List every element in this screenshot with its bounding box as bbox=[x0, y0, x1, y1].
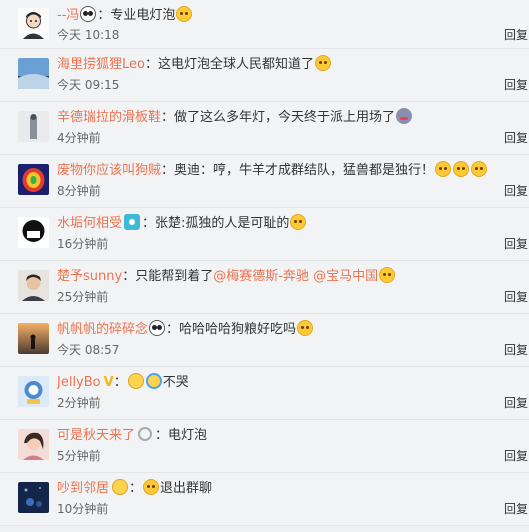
comment-text: 这电灯泡全球人民都知道了 bbox=[157, 57, 314, 72]
doge-emoji-icon bbox=[176, 6, 193, 22]
reply-button[interactable]: 回复 bbox=[504, 26, 528, 43]
comment-item: 海里捞狐狸Leo：这电灯泡全球人民都知道了 今天 09:15 回复 bbox=[0, 49, 529, 102]
comment-item: 吵到邻居：退出群聊 10分钟前 回复 bbox=[0, 473, 529, 526]
timestamp: 25分钟前 bbox=[57, 290, 109, 304]
timestamp: 今天 10:18 bbox=[57, 28, 120, 42]
comment-text: 张楚:孤独的人是可耻的 bbox=[155, 216, 290, 231]
avatar[interactable] bbox=[18, 482, 49, 513]
avatar[interactable] bbox=[18, 8, 49, 39]
grin-emoji-icon bbox=[112, 479, 129, 495]
comment-line: --冯 ：专业电灯泡 bbox=[57, 4, 489, 28]
comment-line: 吵到邻居：退出群聊 bbox=[57, 479, 213, 496]
timestamp: 2分钟前 bbox=[57, 396, 101, 410]
avatar[interactable] bbox=[18, 429, 49, 460]
username[interactable]: 楚予sunny bbox=[57, 269, 122, 284]
comment-text: 做了这么多年灯，今天终于派上用场了 bbox=[174, 110, 396, 125]
comment-text: 退出群聊 bbox=[160, 481, 213, 496]
doge-emoji-icon bbox=[435, 161, 452, 177]
comment-item: --冯 ：专业电灯泡 今天 10:18 回复 bbox=[0, 0, 529, 49]
timestamp: 5分钟前 bbox=[57, 449, 101, 463]
comment-line: 楚予sunny：只能帮到着了@梅赛德斯-奔驰 @宝马中国 bbox=[57, 265, 489, 289]
avatar[interactable]: .. bbox=[18, 217, 49, 248]
comment-item: 废物你应该叫狗贼：奥迪：哼，牛羊才成群结队，猛兽都是独行！ 8分钟前 回复 bbox=[0, 155, 529, 208]
reply-button[interactable]: 回复 bbox=[504, 235, 528, 252]
doge-emoji-icon bbox=[297, 320, 314, 336]
timestamp: 今天 09:15 bbox=[57, 78, 120, 92]
avatar[interactable] bbox=[18, 323, 49, 354]
username[interactable]: 可是秋天来了 bbox=[57, 428, 135, 443]
username[interactable]: 帆帆帆的碎碎念 bbox=[57, 322, 148, 337]
comment-line: 帆帆帆的碎碎念 ：哈哈哈哈狗粮好吃吗 bbox=[57, 318, 489, 342]
reply-button[interactable]: 回复 bbox=[504, 447, 528, 464]
comment-line: 废物你应该叫狗贼：奥迪：哼，牛羊才成群结队，猛兽都是独行！ bbox=[57, 159, 489, 183]
mention-link[interactable]: @宝马中国 bbox=[313, 269, 378, 284]
timestamp: 8分钟前 bbox=[57, 184, 101, 198]
username[interactable]: 海里捞狐狸Leo bbox=[57, 57, 145, 72]
reply-button[interactable]: 回复 bbox=[504, 500, 528, 517]
comment-line: 海里捞狐狸Leo：这电灯泡全球人民都知道了 bbox=[57, 53, 489, 77]
timestamp: 10分钟前 bbox=[57, 502, 109, 516]
timestamp: 今天 08:57 bbox=[57, 343, 120, 357]
username[interactable]: 水垢何相受 bbox=[57, 216, 122, 231]
username[interactable]: JellyBo bbox=[57, 375, 101, 390]
doge-emoji-icon bbox=[453, 161, 470, 177]
comment-text: 电灯泡 bbox=[168, 428, 208, 443]
username[interactable]: 吵到邻居 bbox=[57, 481, 109, 496]
comment-item: 可是秋天来了 ：电灯泡 5分钟前 回复 bbox=[0, 420, 529, 473]
vip-badge-icon: V bbox=[103, 375, 114, 390]
timestamp: 16分钟前 bbox=[57, 237, 109, 251]
username[interactable]: 辛德瑞拉的滑板鞋 bbox=[57, 110, 161, 125]
mention-link[interactable]: @梅赛德斯-奔驰 bbox=[213, 269, 309, 284]
camera-badge-icon bbox=[124, 214, 141, 230]
timestamp: 4分钟前 bbox=[57, 131, 101, 145]
comment-list: --冯 ：专业电灯泡 今天 10:18 回复 海里捞狐狸Leo：这电灯泡全球人民都… bbox=[0, 0, 529, 526]
avatar[interactable] bbox=[18, 376, 49, 407]
avatar[interactable] bbox=[18, 270, 49, 301]
comment-text: 专业电灯泡 bbox=[110, 8, 176, 23]
comment-line: 可是秋天来了 ：电灯泡 bbox=[57, 427, 208, 443]
comment-item: 辛德瑞拉的滑板鞋：做了这么多年灯，今天终于派上用场了 4分钟前 回复 bbox=[0, 102, 529, 155]
reply-button[interactable]: 回复 bbox=[504, 129, 528, 146]
comment-item: .. 水垢何相受 ：张楚:孤独的人是可耻的 16分钟前 回复 bbox=[0, 208, 529, 261]
username[interactable]: 废物你应该叫狗贼 bbox=[57, 163, 161, 178]
reply-button[interactable]: 回复 bbox=[504, 341, 528, 358]
comment-line: 辛德瑞拉的滑板鞋：做了这么多年灯，今天终于派上用场了 bbox=[57, 106, 489, 130]
panda-emoji-icon bbox=[80, 6, 97, 22]
doge-emoji-icon bbox=[471, 161, 488, 177]
comment-item: 楚予sunny：只能帮到着了@梅赛德斯-奔驰 @宝马中国 25分钟前 回复 bbox=[0, 261, 529, 314]
comment-line: JellyBo V： 不哭 bbox=[57, 371, 489, 395]
doge-emoji-icon bbox=[143, 479, 160, 495]
laugh-cry-emoji-icon bbox=[127, 373, 144, 389]
avatar[interactable] bbox=[18, 111, 49, 142]
reply-button[interactable]: 回复 bbox=[504, 288, 528, 305]
panda-emoji-icon bbox=[149, 320, 166, 336]
comment-item: 帆帆帆的碎碎念 ：哈哈哈哈狗粮好吃吗 今天 08:57 回复 bbox=[0, 314, 529, 367]
member-badge-icon bbox=[138, 427, 153, 441]
comment-text: 奥迪：哼，牛羊才成群结队，猛兽都是独行！ bbox=[174, 163, 435, 178]
username[interactable]: --冯 bbox=[57, 8, 79, 23]
avatar[interactable] bbox=[18, 164, 49, 195]
comment-text: 不哭 bbox=[162, 375, 189, 390]
comment-item: JellyBo V： 不哭 2分钟前 回复 bbox=[0, 367, 529, 420]
reply-button[interactable]: 回复 bbox=[504, 182, 528, 199]
crying-emoji-icon bbox=[145, 373, 162, 389]
comment-text: 哈哈哈哈狗粮好吃吗 bbox=[179, 322, 297, 337]
avatar[interactable] bbox=[18, 58, 49, 89]
sad-emoji-icon bbox=[396, 108, 413, 124]
reply-button[interactable]: 回复 bbox=[504, 76, 528, 93]
svg-text:..: .. bbox=[32, 240, 35, 245]
doge-emoji-icon bbox=[290, 214, 307, 230]
comment-line: 水垢何相受 ：张楚:孤独的人是可耻的 bbox=[57, 212, 489, 236]
doge-emoji-icon bbox=[315, 55, 331, 71]
doge-emoji-icon bbox=[379, 267, 396, 283]
comment-text: 只能帮到着了 bbox=[135, 269, 214, 284]
reply-button[interactable]: 回复 bbox=[504, 394, 528, 411]
